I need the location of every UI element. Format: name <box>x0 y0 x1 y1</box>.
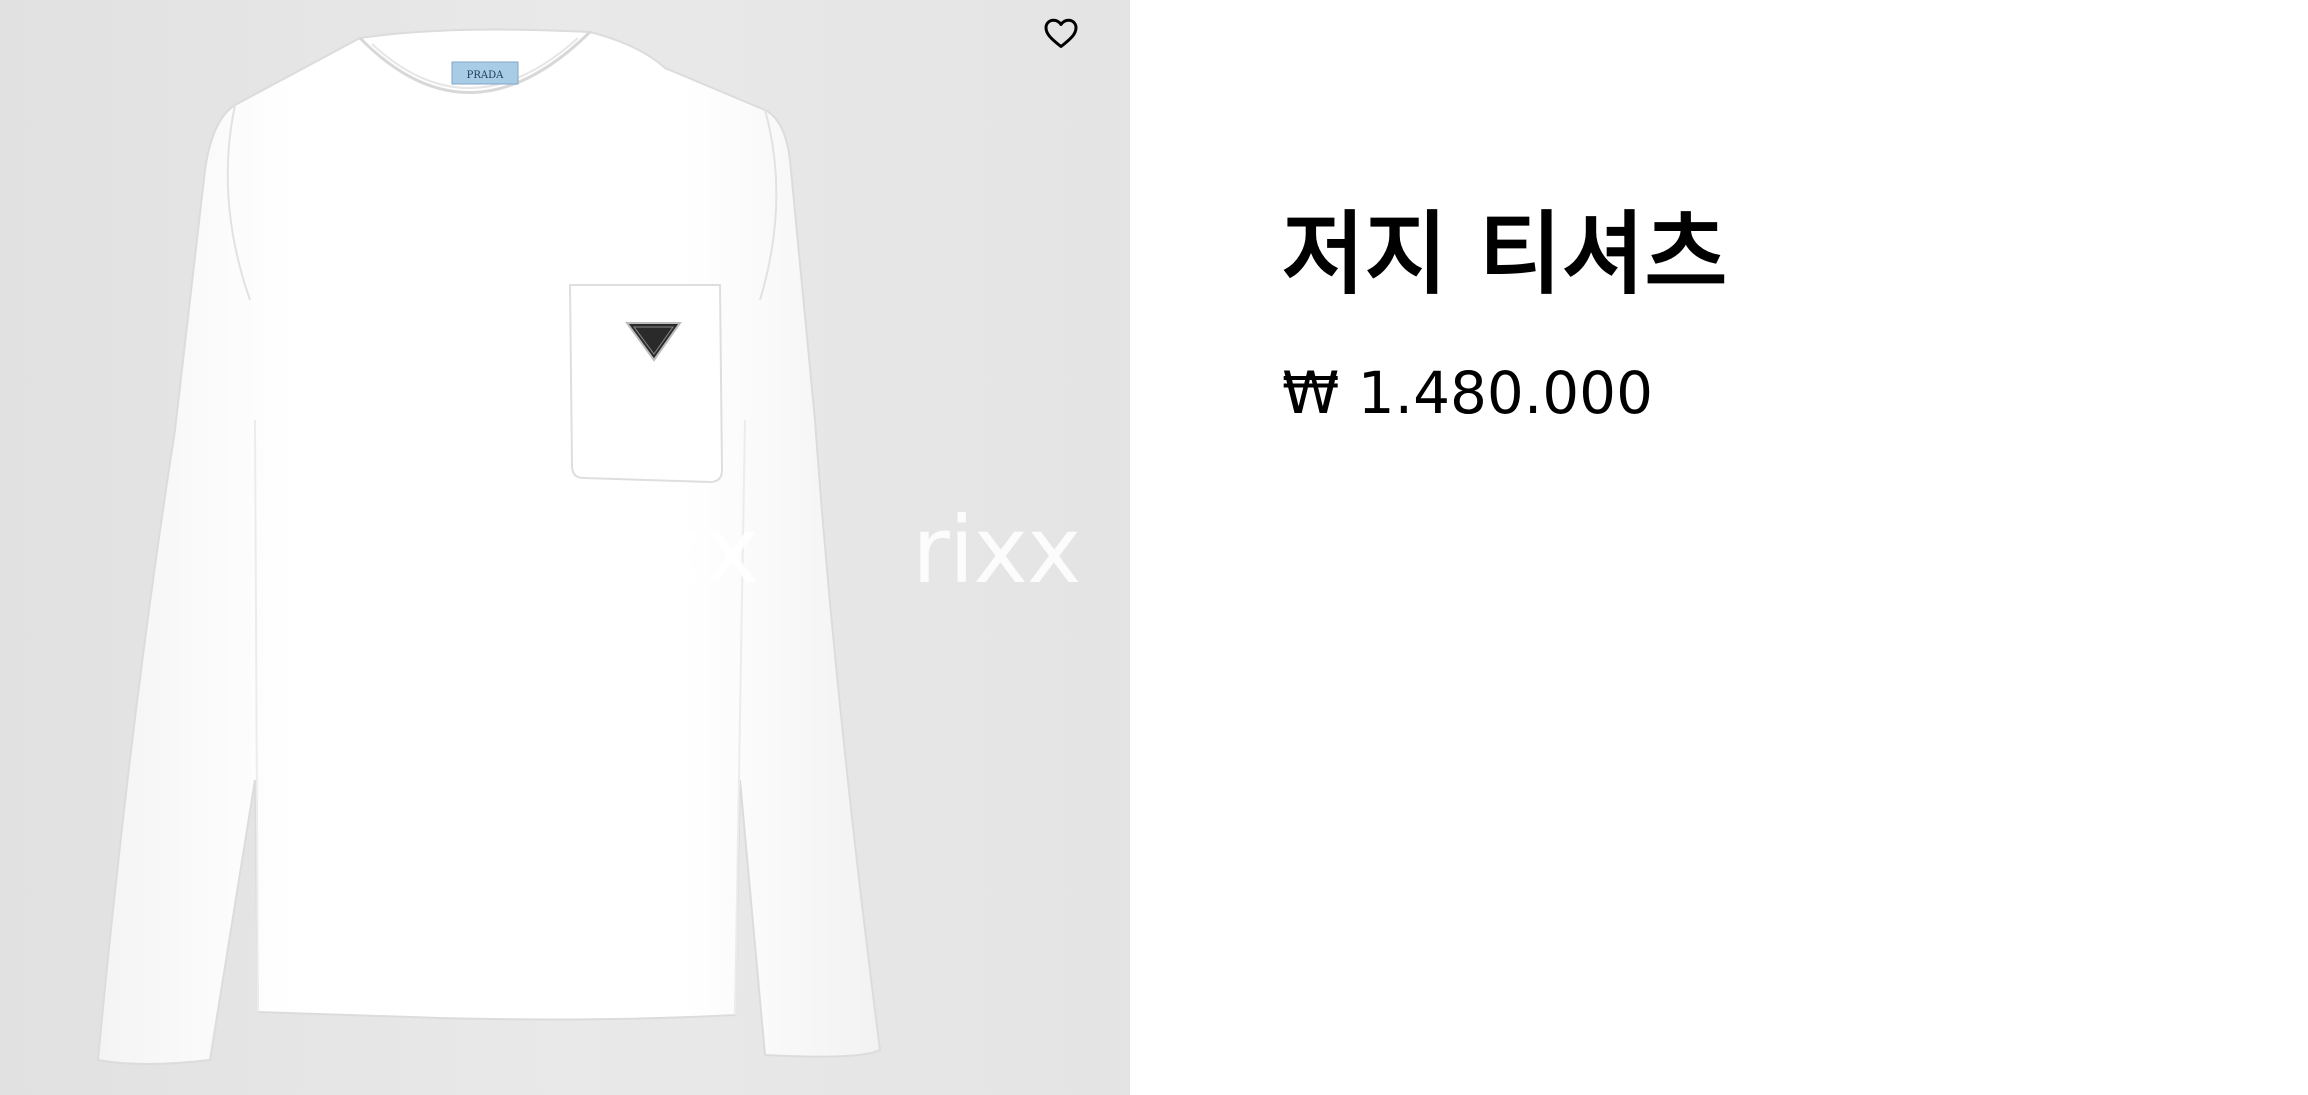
watermark-text: rixx <box>590 497 759 604</box>
product-info-panel: 저지 티셔츠 ₩ 1.480.000 <box>1130 0 2308 1095</box>
product-image-panel[interactable]: PRADA rixx rixx <box>0 0 1130 1095</box>
watermark-text: rixx <box>912 497 1081 604</box>
svg-text:PRADA: PRADA <box>467 70 504 81</box>
product-page: PRADA rixx rixx 저지 티셔츠 ₩ 1.480.000 <box>0 0 2308 1095</box>
wishlist-button[interactable] <box>1040 12 1082 54</box>
heart-outline-icon <box>1044 18 1078 48</box>
product-price: ₩ 1.480.000 <box>1282 359 1653 427</box>
product-title: 저지 티셔츠 <box>1282 202 1728 307</box>
shirt-body <box>96 28 882 1065</box>
chest-pocket <box>568 284 724 484</box>
